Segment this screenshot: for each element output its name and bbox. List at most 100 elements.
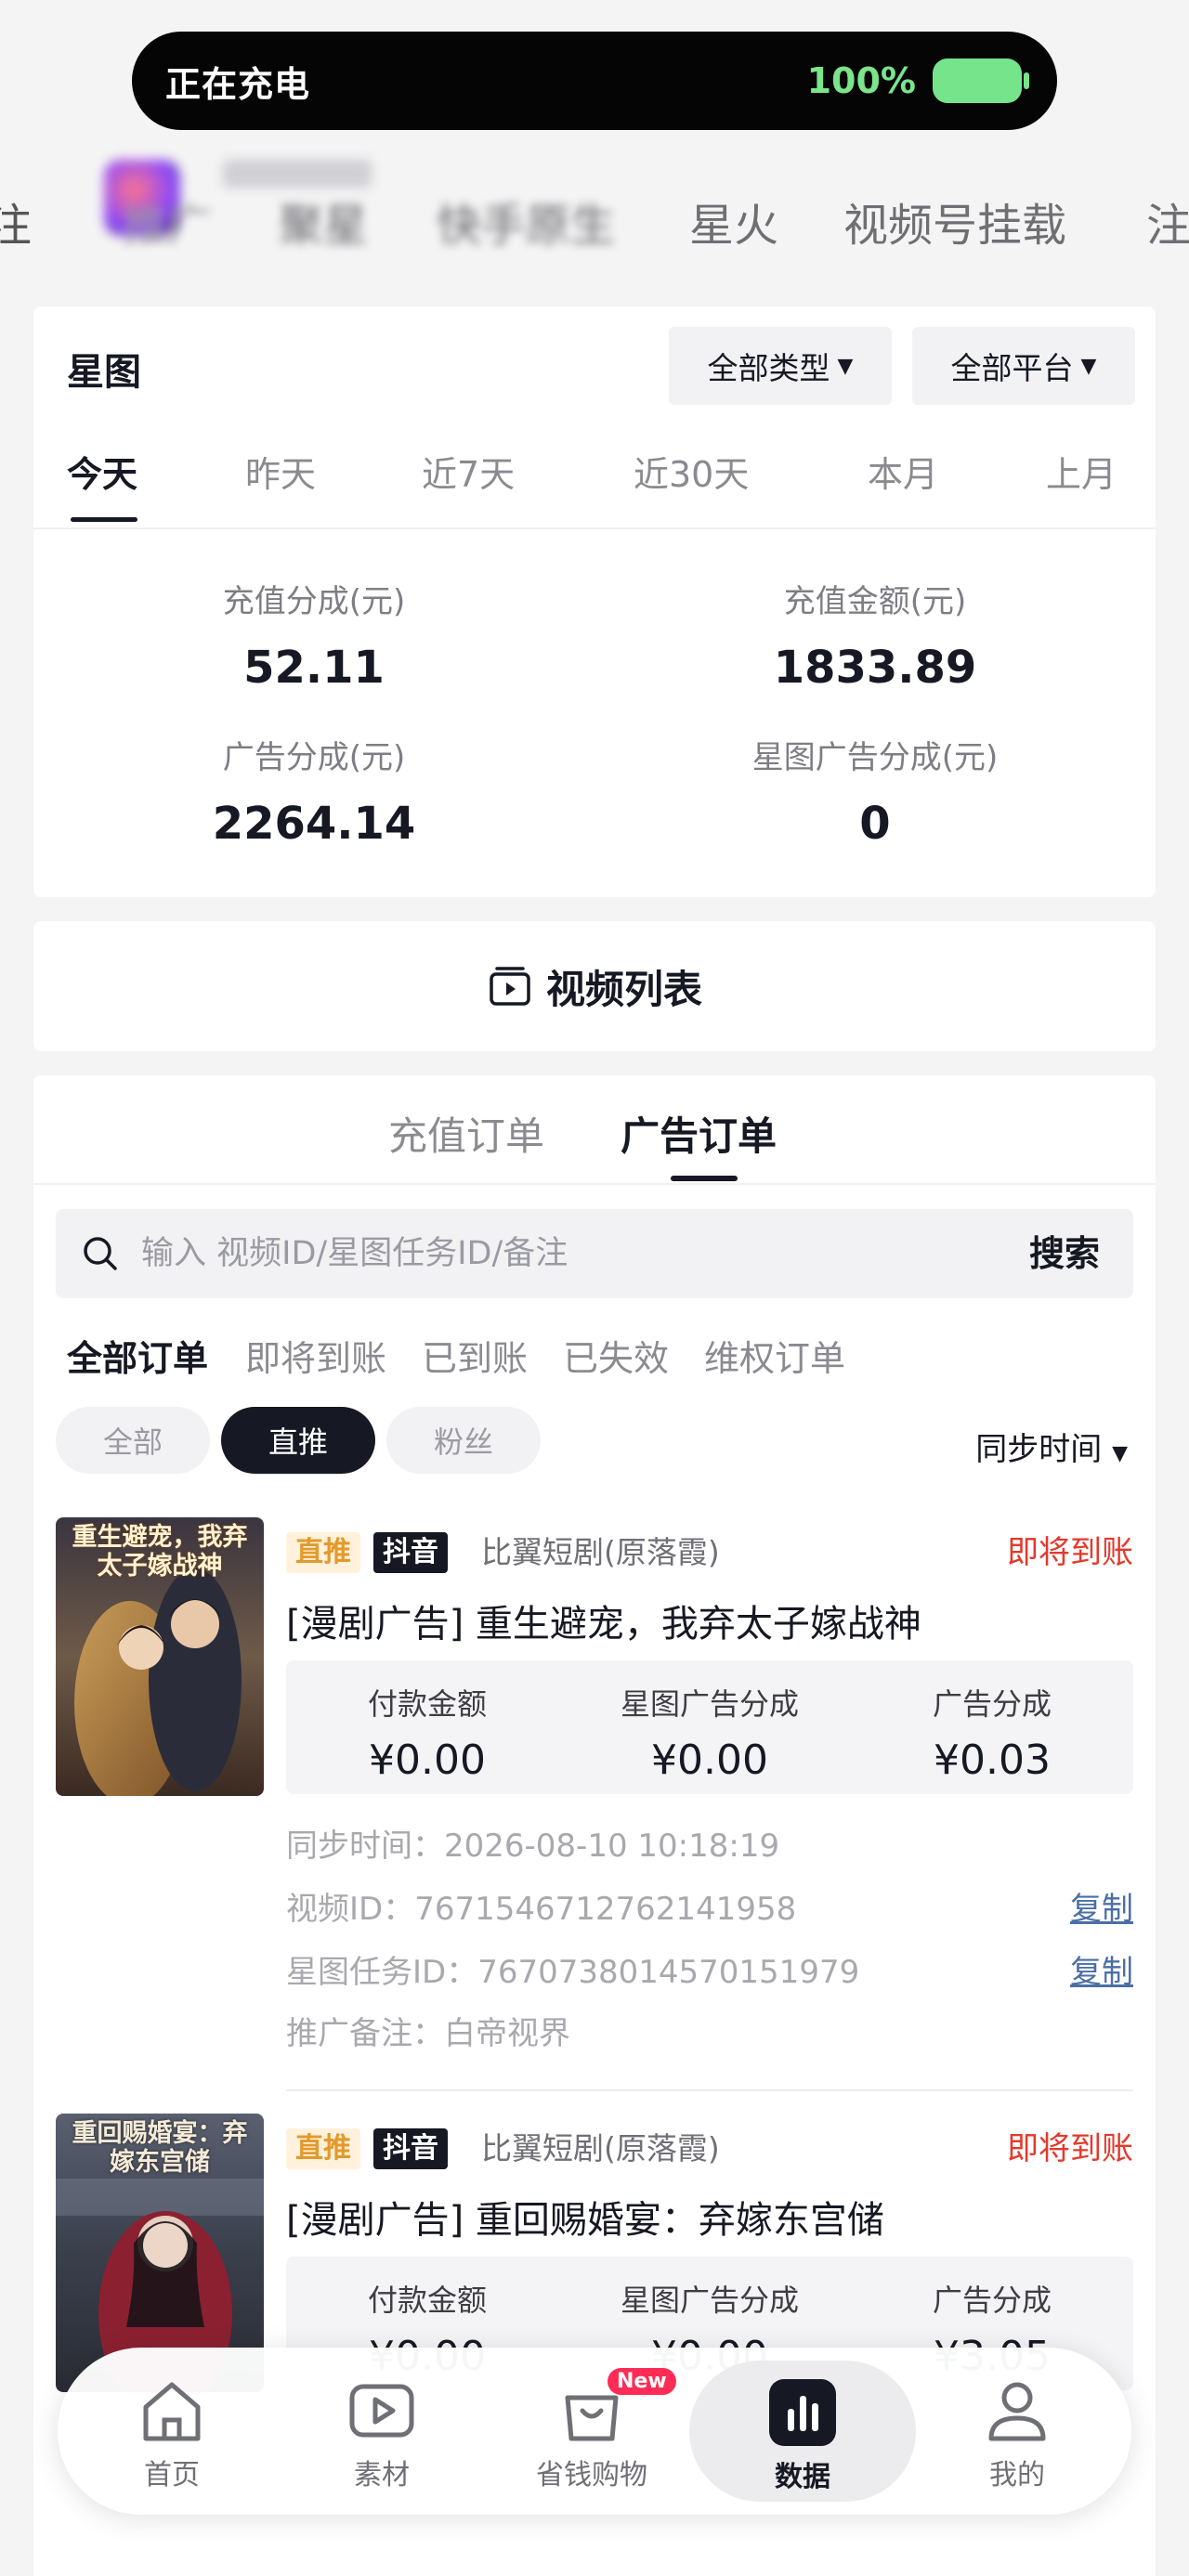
date-tab-yesterday[interactable]: 昨天 <box>245 446 316 497</box>
order-source: 比翼短剧(原落霞) <box>481 1534 720 1570</box>
amount-xingtu-share: 星图广告分成 ¥0.00 <box>568 1681 851 1784</box>
tab-recharge-orders[interactable]: 充值订单 <box>388 1105 544 1162</box>
caret-down-icon: ▼ <box>1080 354 1097 378</box>
chip-fans[interactable]: 粉丝 <box>386 1407 541 1474</box>
platform-tab-shipinhao[interactable]: 视频号挂载 <box>843 190 1066 261</box>
video-list-label: 视频列表 <box>545 966 702 1012</box>
battery-percentage: 100% <box>806 60 916 101</box>
order-item[interactable]: 重生避宠，我弃太子嫁战神 直推 抖音 比翼短剧(原落霞) 即将到账 [漫剧广告]… <box>56 1517 1133 2091</box>
platform-filter-label: 全部平台 <box>950 350 1074 386</box>
play-icon <box>349 2384 414 2438</box>
task-id: 星图任务ID：7670738014570151979 <box>286 1954 860 1991</box>
nav-data[interactable]: 数据 <box>689 2361 916 2502</box>
stat-label: 星图广告分成(元) <box>751 739 999 776</box>
platform-tab-partial-right[interactable]: 注 <box>1146 190 1189 261</box>
nav-label: 省钱购物 <box>536 2459 647 2491</box>
video-list-icon <box>490 967 530 1006</box>
tab-ad-orders[interactable]: 广告订单 <box>621 1105 777 1162</box>
stat-label: 广告分成(元) <box>222 739 406 776</box>
stat-value: 0 <box>859 798 891 850</box>
tag-platform: 抖音 <box>373 1532 448 1573</box>
copy-task-id-button[interactable]: 复制 <box>1070 1946 1133 1992</box>
charging-banner: 正在充电 100% <box>132 32 1057 130</box>
bottom-nav: 首页 素材 New 省钱购物 数据 我的 <box>58 2348 1131 2515</box>
sync-time: 同步时间：2026-08-10 10:18:19 <box>286 1828 780 1865</box>
new-badge: New <box>608 2368 676 2395</box>
platform-tab-partial[interactable]: 注 <box>0 190 32 261</box>
filter-dispute[interactable]: 维权订单 <box>704 1330 845 1381</box>
chip-all[interactable]: 全部 <box>56 1407 210 1474</box>
stat-value: 1833.89 <box>773 642 977 694</box>
platform-tab-promotion[interactable]: 推广 <box>123 190 212 261</box>
divider <box>33 1183 1156 1185</box>
person-icon <box>988 2382 1046 2441</box>
nav-label: 首页 <box>144 2459 200 2491</box>
stat-label: 充值金额(元) <box>783 583 967 620</box>
amount-label: 广告分成 <box>932 2283 1052 2318</box>
stat-recharge-amount: 充值金额(元) 1833.89 <box>594 576 1156 694</box>
nav-material[interactable]: 素材 <box>277 2348 487 2515</box>
search-button[interactable]: 搜索 <box>1029 1209 1100 1298</box>
tag-direct: 直推 <box>286 2128 360 2169</box>
amount-label: 星图广告分成 <box>620 2283 799 2318</box>
platform-tab-jùxīng[interactable]: 聚星 <box>279 190 368 261</box>
divider <box>286 2089 1133 2091</box>
tag-platform: 抖音 <box>373 2128 448 2169</box>
nav-label: 数据 <box>775 2461 830 2493</box>
order-source: 比翼短剧(原落霞) <box>481 2130 720 2166</box>
date-tab-this-month[interactable]: 本月 <box>868 446 938 497</box>
stat-value: 52.11 <box>243 642 385 694</box>
amount-label: 广告分成 <box>932 1686 1052 1722</box>
caret-down-icon: ▼ <box>1112 1442 1128 1465</box>
battery-icon <box>933 59 1029 103</box>
date-tab-last-month[interactable]: 上月 <box>1046 446 1117 497</box>
platform-filter-dropdown[interactable]: 全部平台 ▼ <box>912 327 1135 405</box>
platform-tab-strip: 注 推广 聚星 快手原生 星火 视频号挂载 注 <box>0 190 1189 261</box>
chip-direct[interactable]: 直推 <box>221 1407 375 1474</box>
amount-label: 付款金额 <box>367 2283 487 2318</box>
filter-received[interactable]: 已到账 <box>422 1330 528 1381</box>
nav-profile[interactable]: 我的 <box>912 2348 1122 2515</box>
stat-recharge-share: 充值分成(元) 52.11 <box>33 576 594 694</box>
stat-xingtu-ad-share: 星图广告分成(元) 0 <box>594 732 1156 850</box>
sort-dropdown[interactable]: 同步时间 ▼ <box>975 1424 1128 1469</box>
order-title: [漫剧广告] 重生避宠，我弃太子嫁战神 <box>286 1603 921 1646</box>
stat-ad-share: 广告分成(元) 2264.14 <box>33 732 594 850</box>
platform-tab-kuaishou[interactable]: 快手原生 <box>437 190 615 261</box>
amount-value: ¥0.00 <box>651 1737 768 1784</box>
nav-home[interactable]: 首页 <box>67 2348 277 2515</box>
filter-pending[interactable]: 即将到账 <box>245 1330 386 1381</box>
search-input[interactable]: 输入 视频ID/星图任务ID/备注 <box>141 1209 568 1298</box>
filter-all-orders[interactable]: 全部订单 <box>67 1330 208 1381</box>
nav-label: 我的 <box>989 2459 1045 2491</box>
video-list-button[interactable]: 视频列表 <box>33 921 1156 1051</box>
caret-down-icon: ▼ <box>837 354 854 378</box>
date-tab-7days[interactable]: 近7天 <box>422 446 515 497</box>
copy-video-id-button[interactable]: 复制 <box>1070 1883 1133 1929</box>
charging-label: 正在充电 <box>165 63 311 105</box>
amount-box: 付款金额 ¥0.00 星图广告分成 ¥0.00 广告分成 ¥0.03 <box>286 1660 1133 1794</box>
card-title: 星图 <box>67 351 141 394</box>
tag-direct: 直推 <box>286 1532 360 1573</box>
amount-payment: 付款金额 ¥0.00 <box>286 1681 568 1784</box>
order-status: 即将到账 <box>1007 2130 1133 2167</box>
stat-label: 充值分成(元) <box>222 583 406 620</box>
divider <box>33 527 1156 529</box>
video-id: 视频ID：7671546712762141958 <box>286 1891 797 1928</box>
type-filter-dropdown[interactable]: 全部类型 ▼ <box>669 327 892 405</box>
date-tab-30days[interactable]: 近30天 <box>634 446 749 497</box>
xingtu-card: 星图 全部类型 ▼ 全部平台 ▼ 今天 昨天 近7天 近30天 本月 上月 充值分成… <box>33 306 1156 897</box>
amount-ad-share: 广告分成 ¥0.03 <box>851 1681 1133 1784</box>
promo-note: 推广备注：白帝视界 <box>286 2015 570 2052</box>
date-tab-today[interactable]: 今天 <box>67 446 137 497</box>
platform-tab-xinghuo[interactable]: 星火 <box>689 190 778 261</box>
search-bar[interactable]: 输入 视频ID/星图任务ID/备注 搜索 <box>56 1209 1133 1298</box>
poster-title: 重回赐婚宴：弃嫁东宫储 <box>72 2119 248 2177</box>
filter-expired[interactable]: 已失效 <box>563 1330 669 1381</box>
nav-shopping[interactable]: New 省钱购物 <box>487 2348 697 2515</box>
sort-label: 同步时间 <box>975 1431 1103 1468</box>
type-filter-label: 全部类型 <box>707 350 830 386</box>
home-icon <box>143 2382 201 2441</box>
bar-chart-icon <box>769 2379 836 2446</box>
nav-label: 素材 <box>354 2459 410 2491</box>
